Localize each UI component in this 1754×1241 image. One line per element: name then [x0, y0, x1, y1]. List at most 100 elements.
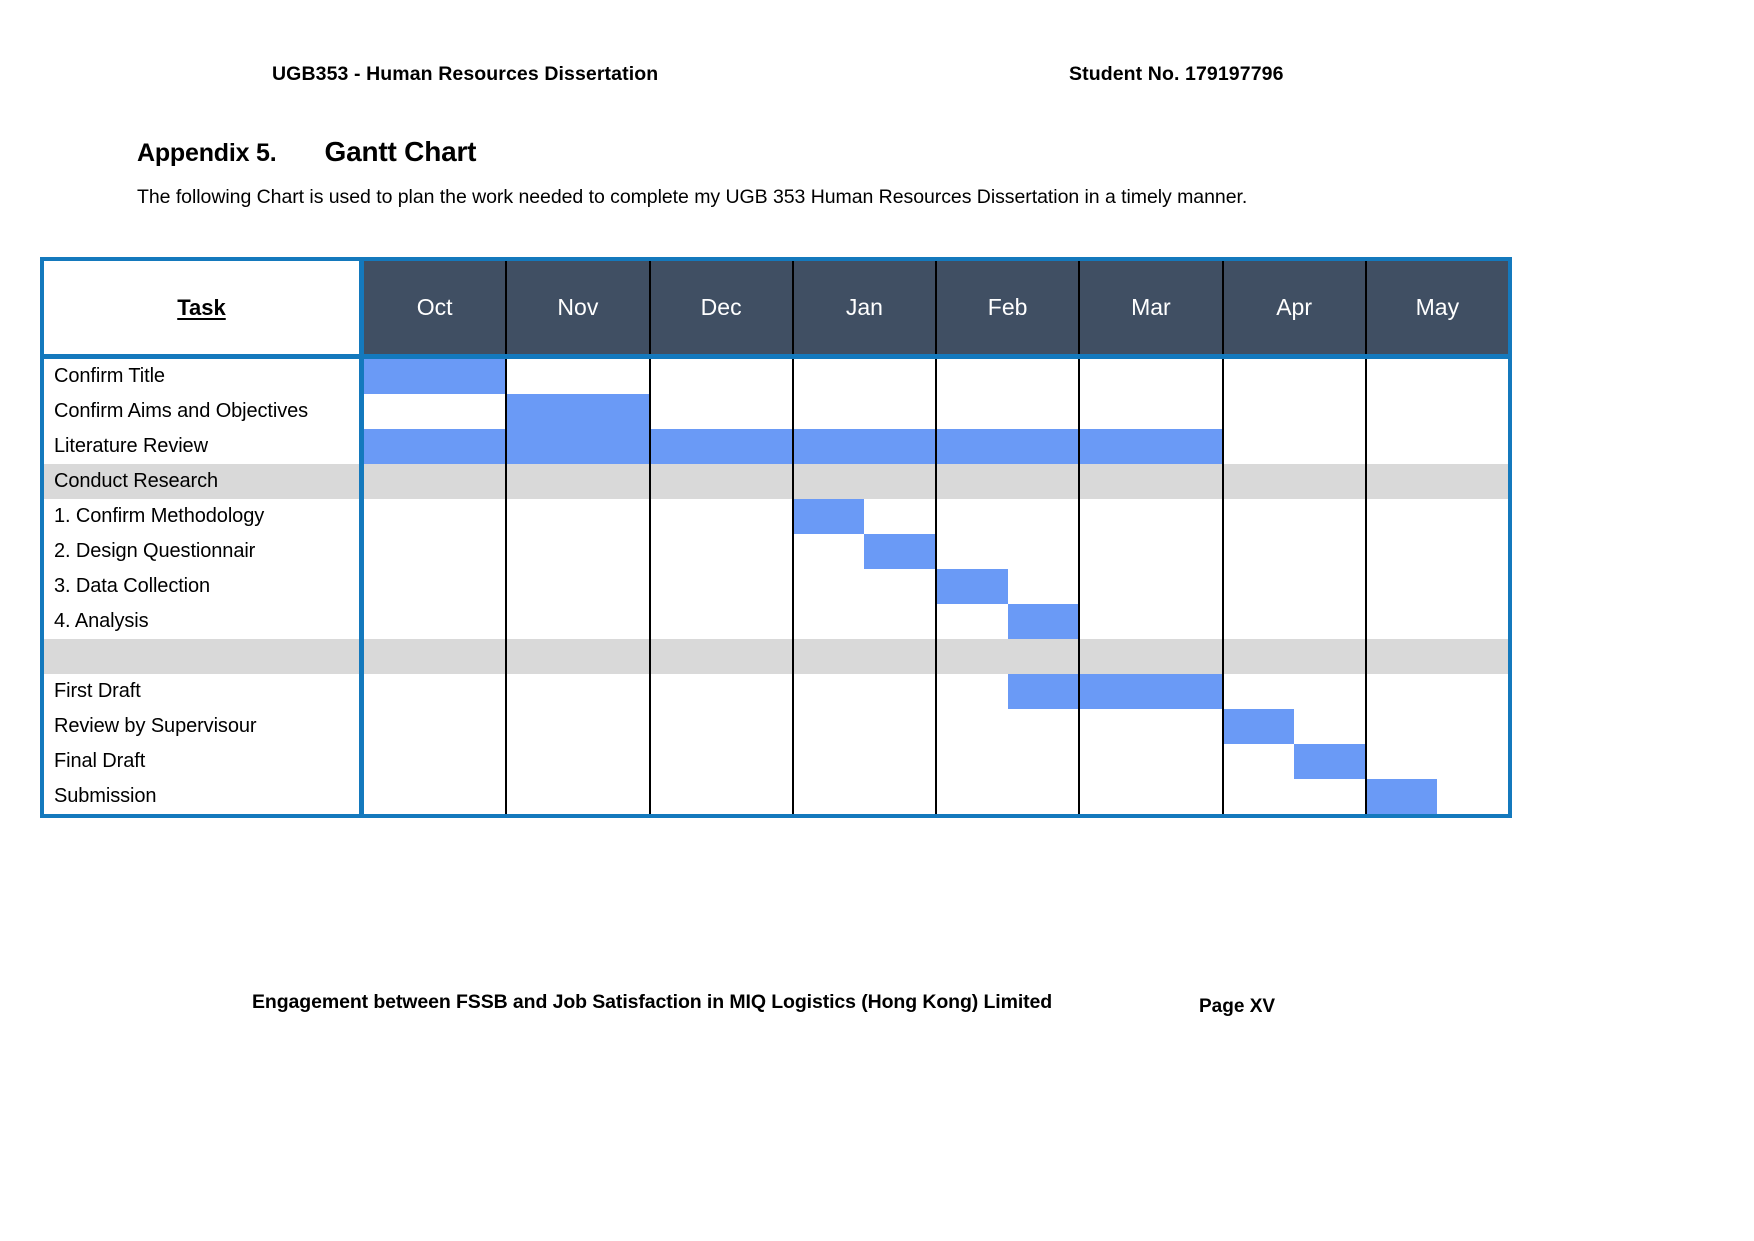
gantt-month-headers: Oct Nov Dec Jan Feb Mar Apr May — [364, 261, 1508, 354]
gantt-empty-segment — [1080, 534, 1151, 569]
gantt-empty-segment — [1008, 744, 1079, 779]
gantt-empty-segment — [937, 499, 1008, 534]
gantt-empty-segment — [1367, 674, 1438, 709]
gantt-empty-segment — [721, 569, 792, 604]
gantt-month-cell-oct — [364, 709, 505, 744]
gantt-month-cell-apr — [1221, 499, 1365, 534]
gantt-empty-segment — [1151, 499, 1222, 534]
gantt-task-label: Confirm Title — [44, 359, 364, 394]
gantt-empty-segment — [721, 359, 792, 394]
gantt-timeline — [364, 499, 1508, 534]
gantt-task-row: Confirm Aims and Objectives — [44, 394, 1508, 429]
gantt-empty-segment — [1008, 359, 1079, 394]
gantt-month-cell-dec — [648, 499, 792, 534]
gantt-bar-segment — [507, 394, 578, 429]
gantt-timeline — [364, 709, 1508, 744]
gantt-month-cell-mar — [1078, 429, 1222, 464]
gantt-empty-segment — [1437, 429, 1508, 464]
gantt-empty-segment — [937, 674, 1008, 709]
gantt-timeline — [364, 569, 1508, 604]
gantt-empty-segment — [435, 604, 506, 639]
gantt-empty-segment — [651, 534, 722, 569]
gantt-separator-row: Conduct Research — [44, 464, 1508, 499]
gantt-task-row: 4. Analysis — [44, 604, 1508, 639]
gantt-bar-segment — [1080, 674, 1151, 709]
gantt-month-cell-feb — [935, 639, 1079, 674]
gantt-empty-segment — [434, 639, 506, 674]
gantt-empty-segment — [578, 674, 649, 709]
gantt-bar-segment — [1150, 674, 1222, 709]
gantt-month-cell-dec — [648, 464, 792, 499]
gantt-month-cell-feb — [935, 499, 1078, 534]
gantt-month-cell-jan — [791, 359, 935, 394]
gantt-month-cell-jan — [791, 639, 935, 674]
gantt-empty-segment — [794, 674, 865, 709]
gantt-empty-segment — [651, 744, 722, 779]
gantt-bar-segment — [577, 394, 649, 429]
gantt-empty-segment — [1008, 534, 1079, 569]
gantt-empty-segment — [1437, 744, 1508, 779]
gantt-task-row: Final Draft — [44, 744, 1508, 779]
gantt-empty-segment — [864, 779, 935, 814]
gantt-month-cell-oct — [364, 394, 505, 429]
gantt-month-cell-jan — [791, 744, 935, 779]
gantt-month-cell-may — [1364, 709, 1508, 744]
gantt-empty-segment — [1294, 709, 1365, 744]
gantt-empty-segment — [364, 709, 435, 744]
gantt-month-cell-may — [1364, 359, 1508, 394]
gantt-empty-segment — [578, 604, 649, 639]
gantt-bar-segment — [721, 429, 792, 464]
gantt-empty-segment — [1151, 779, 1222, 814]
gantt-month-cell-apr — [1221, 394, 1365, 429]
gantt-task-row: First Draft — [44, 674, 1508, 709]
gantt-month-header-jan: Jan — [791, 261, 935, 354]
gantt-empty-segment — [794, 744, 865, 779]
gantt-empty-segment — [1294, 499, 1365, 534]
gantt-month-cell-feb — [935, 674, 1079, 709]
gantt-month-cell-oct — [364, 604, 505, 639]
gantt-month-cell-nov — [505, 359, 648, 394]
gantt-empty-segment — [721, 499, 792, 534]
gantt-empty-segment — [1151, 744, 1222, 779]
gantt-empty-segment — [794, 359, 865, 394]
gantt-month-cell-mar — [1078, 464, 1222, 499]
gantt-empty-segment — [650, 464, 722, 499]
gantt-empty-segment — [1080, 499, 1151, 534]
gantt-empty-segment — [651, 359, 722, 394]
appendix-title: Gantt Chart — [324, 136, 477, 167]
gantt-empty-segment — [1080, 744, 1151, 779]
gantt-empty-segment — [1224, 569, 1295, 604]
gantt-empty-segment — [721, 744, 792, 779]
gantt-month-cell-dec — [648, 709, 792, 744]
gantt-empty-segment — [364, 464, 435, 499]
gantt-empty-segment — [721, 709, 792, 744]
gantt-empty-segment — [864, 569, 935, 604]
gantt-empty-segment — [1008, 779, 1079, 814]
gantt-task-label: Submission — [44, 779, 364, 814]
intro-paragraph: The following Chart is used to plan the … — [137, 186, 1248, 208]
gantt-empty-segment — [364, 534, 435, 569]
gantt-empty-segment — [1224, 744, 1295, 779]
gantt-month-cell-feb — [935, 569, 1078, 604]
gantt-month-cell-apr — [1221, 709, 1365, 744]
document-page: UGB353 - Human Resources Dissertation St… — [0, 0, 1754, 1241]
gantt-empty-segment — [1224, 674, 1295, 709]
gantt-bar-segment — [1294, 744, 1365, 779]
gantt-empty-segment — [1437, 394, 1508, 429]
gantt-empty-segment — [1437, 569, 1508, 604]
gantt-empty-segment — [1437, 499, 1508, 534]
gantt-empty-segment — [435, 709, 506, 744]
gantt-task-label: Final Draft — [44, 744, 364, 779]
gantt-task-label: 1. Confirm Methodology — [44, 499, 364, 534]
gantt-month-cell-oct — [364, 569, 505, 604]
gantt-empty-segment — [1151, 604, 1222, 639]
gantt-empty-segment — [864, 744, 935, 779]
gantt-empty-segment — [507, 569, 578, 604]
gantt-bar-segment — [507, 429, 578, 464]
gantt-month-cell-mar — [1078, 394, 1221, 429]
gantt-empty-segment — [507, 499, 578, 534]
gantt-empty-segment — [507, 744, 578, 779]
gantt-timeline — [364, 394, 1508, 429]
gantt-month-cell-jan — [791, 709, 935, 744]
gantt-month-header-apr: Apr — [1221, 261, 1365, 354]
